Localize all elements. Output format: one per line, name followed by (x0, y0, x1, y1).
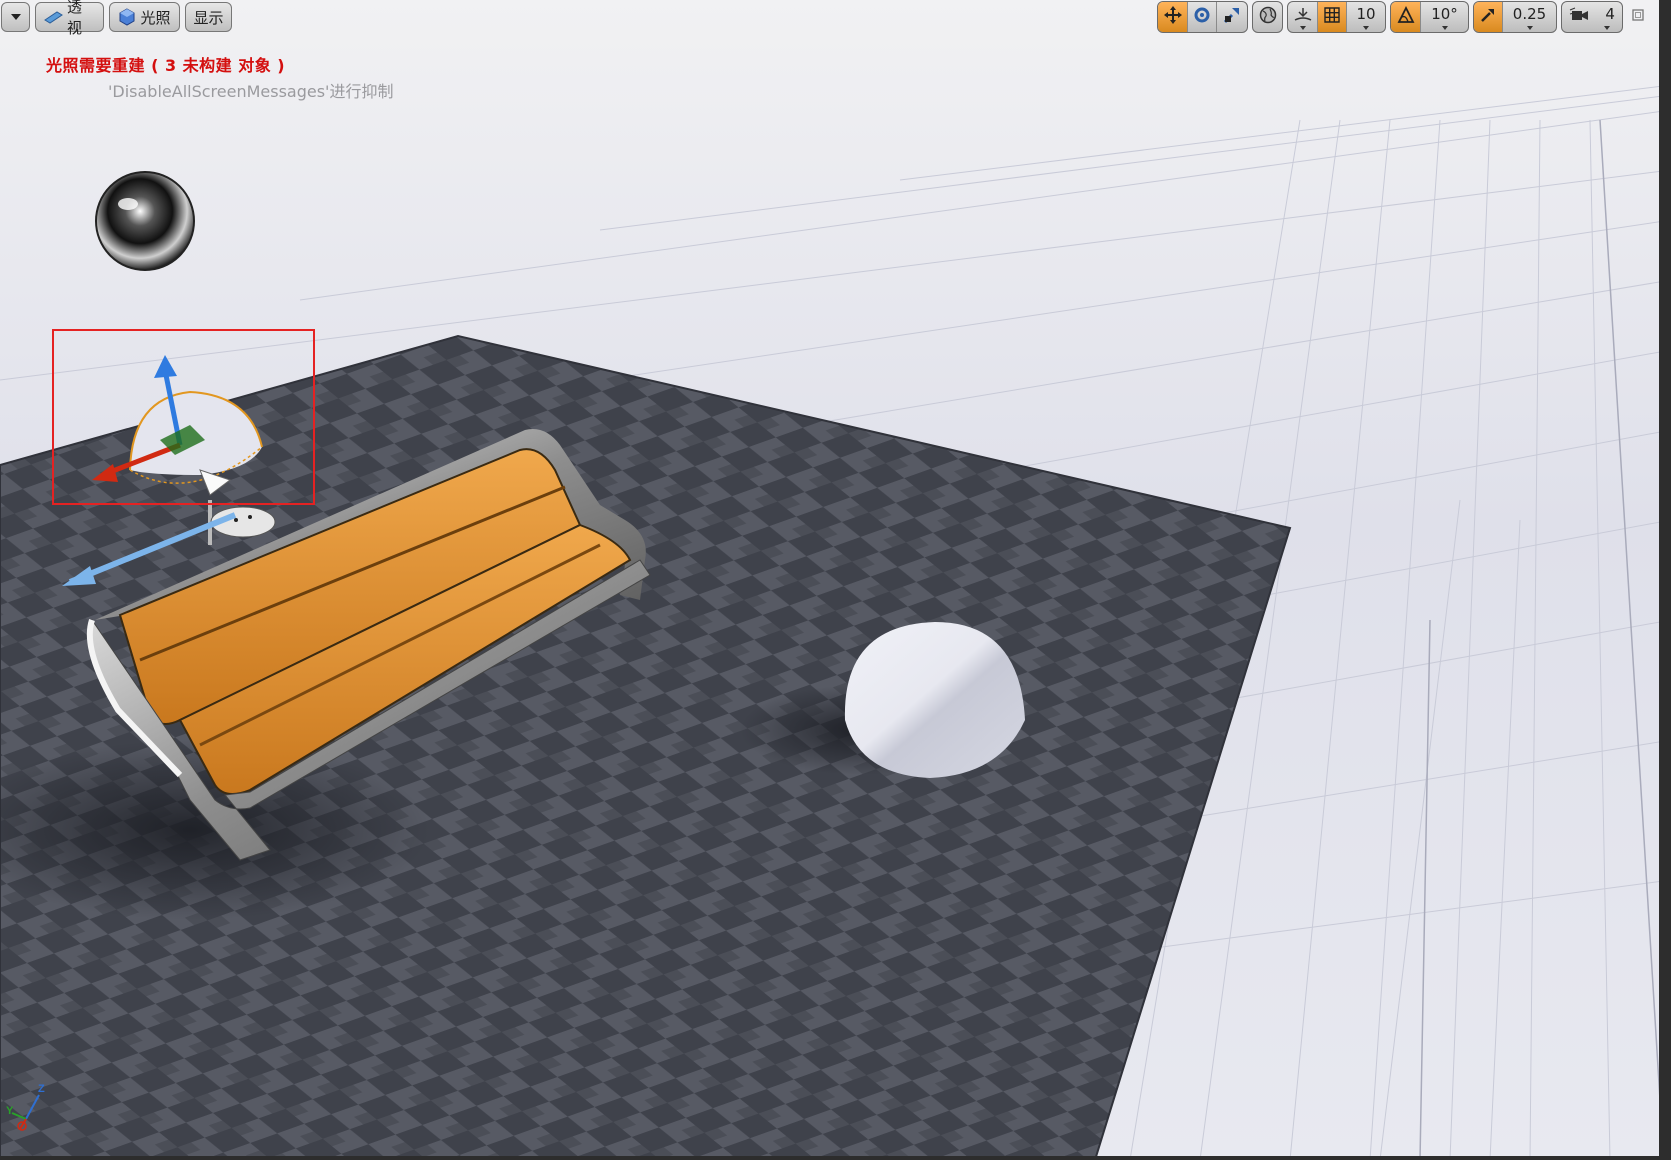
chevron-down-icon (10, 13, 22, 21)
reflection-sphere (95, 171, 195, 271)
scale-snap-value: 0.25 (1512, 5, 1547, 23)
viewport-options-button[interactable] (1, 2, 30, 32)
rotate-icon (1193, 6, 1211, 28)
show-button[interactable]: 显示 (185, 2, 232, 32)
translate-mode-button[interactable] (1158, 2, 1188, 32)
scale-snap-group: 0.25 (1473, 1, 1557, 33)
grid-snap-group: 10 (1287, 1, 1386, 33)
scale-icon (1223, 6, 1241, 28)
angle-icon (1397, 5, 1415, 28)
maximize-viewport-button[interactable] (1631, 8, 1645, 26)
move-arrows-icon (1163, 5, 1183, 29)
surface-snap-icon (1293, 6, 1313, 28)
scale-snap-value-dropdown[interactable]: 0.25 (1503, 2, 1556, 32)
lighting-mode-button[interactable]: 光照 (109, 2, 180, 32)
grid-snap-value: 10 (1356, 5, 1376, 23)
show-label: 显示 (193, 8, 224, 27)
world-local-group (1252, 1, 1283, 33)
grid-snap-toggle[interactable] (1318, 2, 1347, 32)
camera-speed-dropdown[interactable]: 4 (1562, 2, 1622, 32)
surface-snap-button[interactable] (1288, 2, 1318, 32)
lighting-label: 光照 (140, 8, 171, 27)
perspective-label: 透视 (67, 0, 83, 37)
z-axis-label: Z (38, 1083, 45, 1095)
selection-highlight-box (52, 329, 315, 505)
perspective-button[interactable]: 透视 (35, 0, 104, 37)
rotation-snap-value-dropdown[interactable]: 10° (1421, 2, 1468, 32)
perspective-cube-icon (43, 10, 63, 24)
rotation-snap-toggle[interactable] (1391, 2, 1421, 32)
camera-speed-group: 4 (1561, 1, 1623, 33)
y-axis-label: Y (6, 1105, 14, 1117)
world-space-toggle[interactable] (1253, 2, 1282, 32)
axis-indicator: Z Y (6, 1083, 48, 1131)
camera-speed-value: 4 (1605, 5, 1615, 23)
scale-snap-toggle[interactable] (1474, 2, 1503, 32)
suppress-messages-hint: 'DisableAllScreenMessages'进行抑制 (108, 82, 394, 101)
camera-icon (1569, 7, 1591, 27)
level-viewport[interactable] (0, 0, 1671, 1160)
scale-snap-icon (1480, 7, 1496, 27)
globe-icon (1259, 6, 1277, 28)
transform-mode-group (1157, 1, 1248, 33)
lighting-rebuild-warning: 光照需要重建 ( 3 未构建 对象 ) (46, 56, 286, 75)
grid-icon (1324, 7, 1340, 27)
grid-snap-value-dropdown[interactable]: 10 (1347, 2, 1385, 32)
rotate-mode-button[interactable] (1188, 2, 1217, 32)
lit-sphere-icon (118, 8, 136, 26)
maximize-icon (1632, 8, 1644, 26)
half-sphere (844, 622, 1025, 778)
rotation-snap-value: 10° (1431, 5, 1458, 23)
scale-mode-button[interactable] (1217, 2, 1247, 32)
rotation-snap-group: 10° (1390, 1, 1469, 33)
